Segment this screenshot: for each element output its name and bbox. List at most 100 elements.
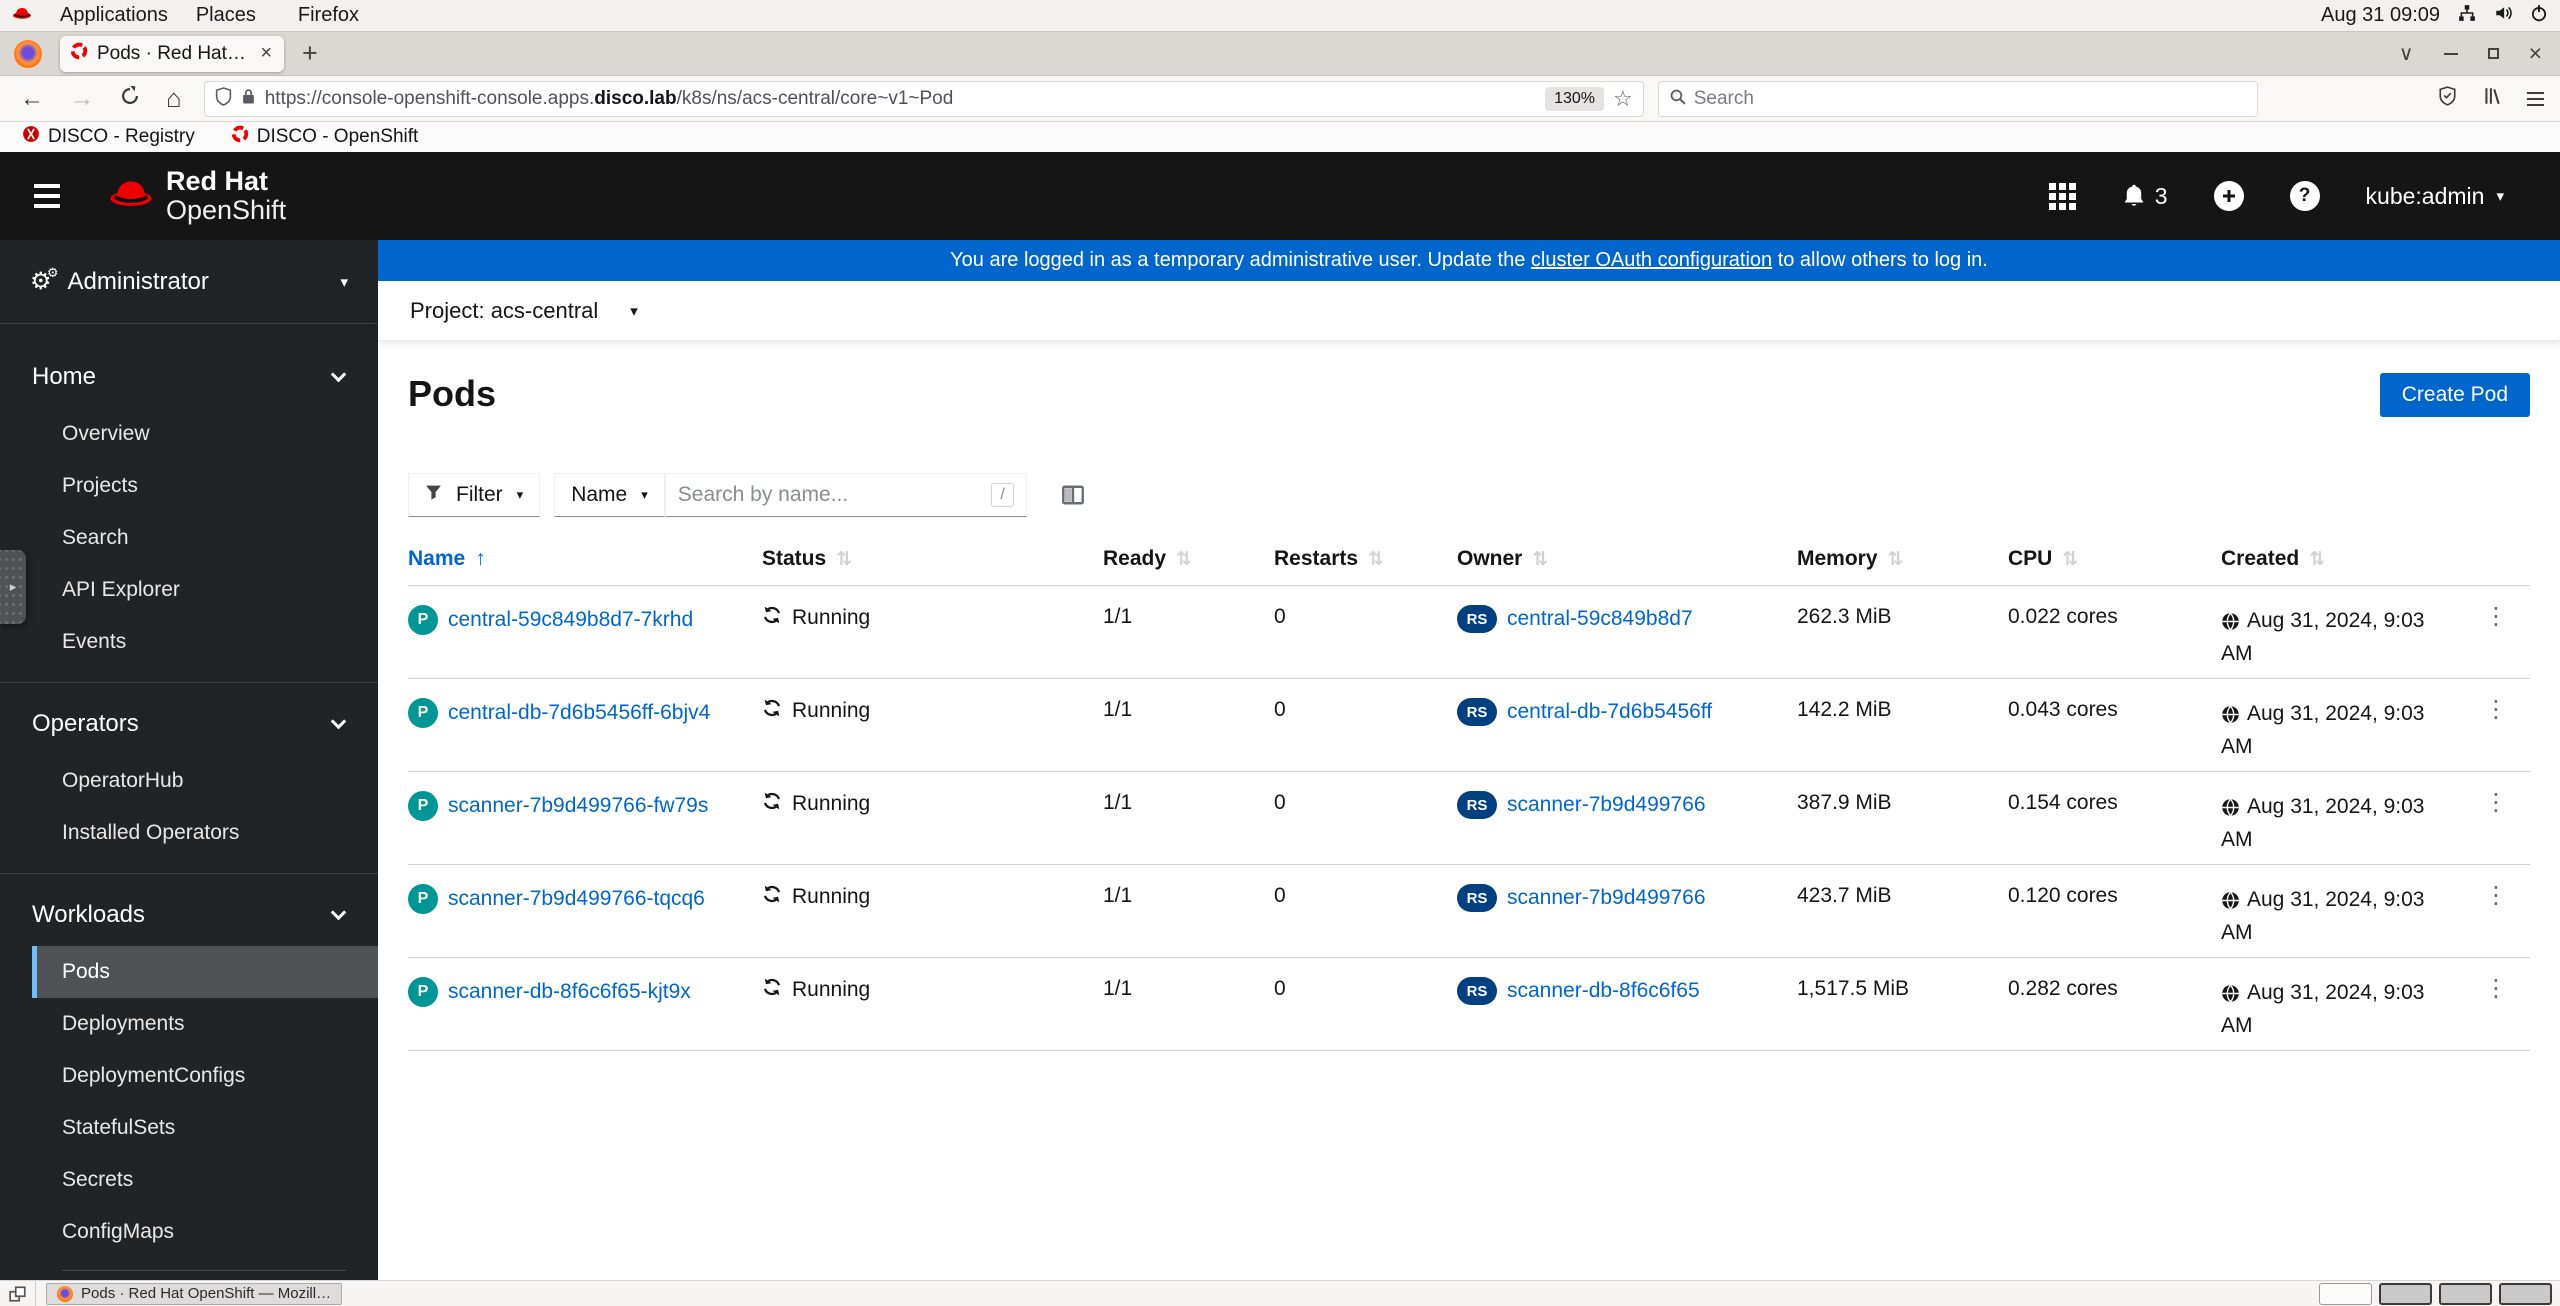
column-header-owner[interactable]: Owner ⇅ [1457,547,1797,571]
bookmark-disco-openshift[interactable]: DISCO - OpenShift [231,125,418,149]
sync-running-icon [762,605,782,631]
app-launcher-icon[interactable] [2048,182,2076,210]
project-selector[interactable]: Project: acs-central ▾ [378,281,2560,341]
nav-group-workloads[interactable]: Workloads [0,884,378,946]
list-tabs-icon[interactable]: ∨ [2399,41,2414,66]
permissions-shield-icon[interactable] [215,86,232,111]
menu-firefox[interactable]: Firefox [298,4,359,27]
filter-dropdown[interactable]: Filter ▾ [408,473,541,517]
row-kebab-menu[interactable]: ⋮ [2484,791,2530,815]
quick-create-button[interactable] [2213,181,2244,211]
bookmark-disco-registry[interactable]: DISCO - Registry [22,125,195,149]
pod-link[interactable]: scanner-db-8f6c6f65-kjt9x [448,980,691,1004]
row-kebab-menu[interactable]: ⋮ [2484,698,2530,722]
status-cell: Running [762,791,1103,817]
reload-button[interactable] [120,85,140,113]
column-header-cpu[interactable]: CPU ⇅ [2008,547,2221,571]
help-button[interactable]: ? [2289,181,2320,211]
column-header-created[interactable]: Created ⇅ [2221,547,2458,571]
network-icon[interactable] [2458,4,2476,28]
owner-cell: RS scanner-7b9d499766 [1457,791,1797,820]
nav-group-home[interactable]: Home [0,346,378,408]
sidebar-item-configmaps[interactable]: ConfigMaps [32,1206,378,1258]
browser-menu-icon[interactable] [2527,91,2544,106]
column-header-memory[interactable]: Memory ⇅ [1797,547,2008,571]
sidebar-item-projects[interactable]: Projects [32,460,378,512]
column-label: CPU [2008,547,2053,570]
power-icon[interactable] [2530,4,2548,28]
volume-icon[interactable] [2494,4,2512,28]
sidebar-item-secrets[interactable]: Secrets [32,1154,378,1206]
sidebar-item-events[interactable]: Events [32,616,378,668]
menu-applications[interactable]: Applications [60,4,168,27]
clock[interactable]: Aug 31 09:09 [2321,4,2440,27]
pod-name-cell: Pscanner-7b9d499766-fw79s [408,791,762,822]
forward-button[interactable]: → [70,85,94,113]
menu-places[interactable]: Places [196,4,256,27]
column-header-restarts[interactable]: Restarts ⇅ [1274,547,1457,571]
protections-shield-icon[interactable] [2438,86,2457,111]
oauth-config-link[interactable]: cluster OAuth configuration [1531,249,1772,271]
nav-toggle-icon[interactable] [28,178,66,214]
workspace-1[interactable] [2319,1282,2372,1305]
owner-link[interactable]: scanner-7b9d499766 [1507,793,1706,817]
lock-icon[interactable] [241,87,256,110]
name-search-box[interactable]: / [664,473,1027,517]
name-search-input[interactable] [677,483,984,507]
sidebar-item-api-explorer[interactable]: API Explorer [32,564,378,616]
sidebar-item-deployments[interactable]: Deployments [32,998,378,1050]
owner-link[interactable]: scanner-7b9d499766 [1507,886,1706,910]
workspace-3[interactable] [2439,1282,2492,1305]
sidebar-item-search[interactable]: Search [32,512,378,564]
owner-cell: RS central-db-7d6b5456ff [1457,698,1797,727]
window-close-button[interactable]: × [2529,42,2542,65]
pod-link[interactable]: central-db-7d6b5456ff-6bjv4 [448,701,710,725]
pod-link[interactable]: central-59c849b8d7-7krhd [448,608,693,632]
zoom-level-badge[interactable]: 130% [1545,86,1604,111]
status-text: Running [792,606,871,629]
pod-link[interactable]: scanner-7b9d499766-tqcq6 [448,887,705,911]
owner-link[interactable]: central-db-7d6b5456ff [1507,700,1712,724]
tab-close-icon[interactable]: × [258,42,274,65]
back-button[interactable]: ← [20,85,44,113]
sidebar-item-statefulsets[interactable]: StatefulSets [32,1102,378,1154]
sidebar-item-installed-operators[interactable]: Installed Operators [32,807,378,859]
home-button[interactable]: ⌂ [166,83,182,114]
show-desktop-button[interactable] [0,1280,36,1306]
url-bar[interactable]: https://console-openshift-console.apps.d… [203,80,1644,117]
row-kebab-menu[interactable]: ⋮ [2484,977,2530,1001]
replicaset-badge: RS [1457,605,1497,633]
nav-group-operators[interactable]: Operators [0,693,378,755]
pod-link[interactable]: scanner-7b9d499766-fw79s [448,794,708,818]
sidebar-item-operatorhub[interactable]: OperatorHub [32,755,378,807]
sidebar-item-pods[interactable]: Pods [32,946,378,998]
window-maximize-button[interactable] [2487,48,2499,59]
drawer-handle[interactable]: ▸ [0,550,26,624]
owner-link[interactable]: scanner-db-8f6c6f65 [1507,979,1700,1003]
new-tab-button[interactable]: + [302,40,318,67]
workspace-4[interactable] [2499,1282,2552,1305]
workspace-2[interactable] [2379,1282,2432,1305]
row-kebab-menu[interactable]: ⋮ [2484,605,2530,629]
column-header-ready[interactable]: Ready ⇅ [1103,547,1274,571]
browser-search-bar[interactable] [1657,80,2258,117]
ready-cell: 1/1 [1103,977,1133,1001]
browser-tab[interactable]: Pods · Red Hat OpenShift × [60,35,284,72]
row-kebab-menu[interactable]: ⋮ [2484,884,2530,908]
bookmark-star-icon[interactable]: ☆ [1613,86,1633,112]
manage-columns-button[interactable] [1061,483,1085,507]
perspective-switcher[interactable]: ⚙ ⚙ Administrator ▾ [0,240,378,324]
user-menu[interactable]: kube:admin ▾ [2366,183,2504,210]
taskbar-item-firefox[interactable]: Pods · Red Hat OpenShift — Mozill… [46,1282,343,1305]
window-minimize-button[interactable] [2443,52,2458,55]
browser-search-input[interactable] [1693,87,2247,110]
column-header-name[interactable]: Name ↑ [408,547,762,571]
notifications-button[interactable]: 3 [2122,183,2168,210]
filter-attribute-dropdown[interactable]: Name ▾ [554,473,665,517]
sidebar-item-deploymentconfigs[interactable]: DeploymentConfigs [32,1050,378,1102]
column-header-status[interactable]: Status ⇅ [762,547,1103,571]
library-icon[interactable] [2483,86,2501,111]
create-pod-button[interactable]: Create Pod [2379,373,2530,417]
owner-link[interactable]: central-59c849b8d7 [1507,607,1693,631]
sidebar-item-overview[interactable]: Overview [32,408,378,460]
